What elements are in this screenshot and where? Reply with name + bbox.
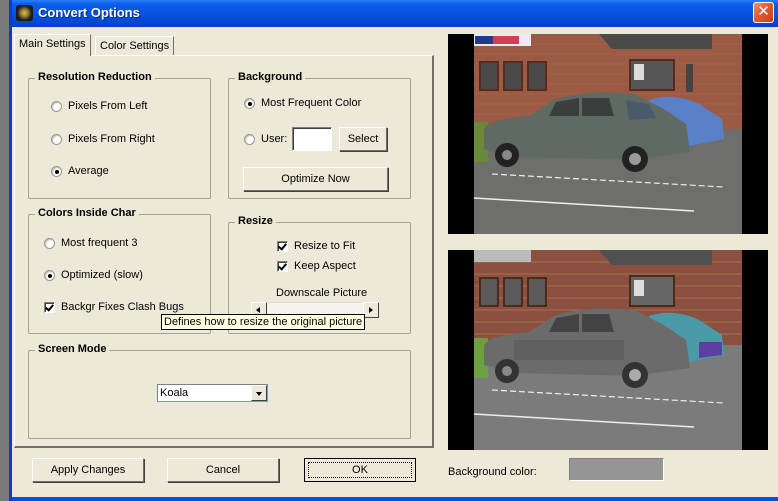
- resolution-reduction-title: Resolution Reduction: [35, 71, 155, 83]
- roof: [599, 34, 712, 49]
- radio-button[interactable]: [244, 133, 255, 145]
- user-color-input[interactable]: [292, 127, 332, 151]
- ok-button[interactable]: OK: [304, 458, 416, 482]
- chevron-down-icon[interactable]: [251, 385, 267, 401]
- radio-label: Pixels From Left: [68, 100, 148, 112]
- resolution-reduction-group: Resolution Reduction Pixels From Left Pi…: [28, 71, 211, 199]
- checkbox[interactable]: [44, 301, 55, 313]
- title-bar[interactable]: Convert Options ✕: [12, 0, 778, 27]
- radio-average[interactable]: Average: [51, 165, 109, 177]
- screen-mode-group: Screen Mode Koala: [28, 343, 411, 439]
- screen-mode-selected: Koala: [160, 387, 189, 399]
- roof: [599, 250, 712, 265]
- select-color-button[interactable]: Select: [339, 127, 387, 151]
- checkbox[interactable]: [277, 260, 288, 272]
- convert-options-window: Convert Options ✕ Main Settings Color Se…: [9, 0, 778, 501]
- radio-button[interactable]: [44, 269, 55, 281]
- window-title: Convert Options: [38, 5, 140, 20]
- colors-inside-char-title: Colors Inside Char: [35, 207, 139, 219]
- dialog-client-area: Main Settings Color Settings Resolution …: [12, 27, 778, 497]
- radio-label: User:: [261, 133, 288, 145]
- radio-label: Pixels From Right: [68, 133, 155, 145]
- close-button[interactable]: ✕: [753, 2, 774, 23]
- checkbox-label: Backgr Fixes Clash Bugs: [61, 301, 184, 313]
- radio-label: Most Frequent Color: [261, 97, 362, 109]
- scroll-right-arrow-icon[interactable]: [363, 302, 379, 318]
- sky-sports-sign: [474, 250, 531, 262]
- radio-button[interactable]: [44, 237, 55, 249]
- radio-label: Optimized (slow): [61, 269, 143, 281]
- converted-picture-preview: [448, 250, 768, 450]
- background-title: Background: [235, 71, 306, 83]
- radio-button[interactable]: [51, 165, 62, 177]
- radio-button[interactable]: [51, 100, 62, 112]
- checkbox-keep-aspect[interactable]: Keep Aspect: [277, 260, 356, 272]
- radio-most-frequent-3[interactable]: Most frequent 3: [44, 237, 137, 249]
- tab-main-settings[interactable]: Main Settings: [14, 34, 91, 56]
- radio-most-frequent-color[interactable]: Most Frequent Color: [244, 97, 361, 109]
- screen-mode-title: Screen Mode: [35, 343, 110, 355]
- main-settings-panel: Resolution Reduction Pixels From Left Pi…: [14, 55, 434, 448]
- checkbox-backgr-fixes-clash-bugs[interactable]: Backgr Fixes Clash Bugs: [44, 301, 184, 313]
- checkbox-label: Resize to Fit: [294, 240, 356, 252]
- close-icon: ✕: [757, 3, 770, 20]
- original-car-image: [474, 34, 742, 234]
- checkbox-label: Keep Aspect: [294, 260, 356, 272]
- screen-mode-dropdown[interactable]: Koala: [157, 384, 268, 402]
- original-picture-preview: [448, 34, 768, 234]
- radio-pixels-from-right[interactable]: Pixels From Right: [51, 133, 155, 145]
- radio-label: Most frequent 3: [61, 237, 138, 249]
- radio-user-color[interactable]: User:: [244, 133, 287, 145]
- tab-color-settings[interactable]: Color Settings: [95, 36, 175, 56]
- background-color-swatch[interactable]: [569, 458, 664, 481]
- background-group: Background Most Frequent Color User: Sel…: [228, 71, 411, 199]
- cancel-button[interactable]: Cancel: [167, 458, 279, 482]
- radio-label: Average: [68, 165, 109, 177]
- app-icon: [16, 5, 33, 21]
- resize-tooltip: Defines how to resize the original pictu…: [161, 314, 366, 330]
- optimize-now-button[interactable]: Optimize Now: [243, 167, 388, 191]
- radio-pixels-from-left[interactable]: Pixels From Left: [51, 100, 147, 112]
- converted-car-image: [474, 250, 742, 450]
- resize-title: Resize: [235, 215, 276, 227]
- downscale-picture-label: Downscale Picture: [276, 287, 368, 299]
- checkbox-resize-to-fit[interactable]: Resize to Fit: [277, 240, 355, 252]
- radio-optimized-slow[interactable]: Optimized (slow): [44, 269, 143, 281]
- checkbox[interactable]: [277, 240, 288, 252]
- radio-button[interactable]: [244, 97, 255, 109]
- focus-rect: [308, 462, 412, 478]
- apply-changes-button[interactable]: Apply Changes: [32, 458, 144, 482]
- radio-button[interactable]: [51, 133, 62, 145]
- background-color-label: Background color:: [448, 466, 537, 478]
